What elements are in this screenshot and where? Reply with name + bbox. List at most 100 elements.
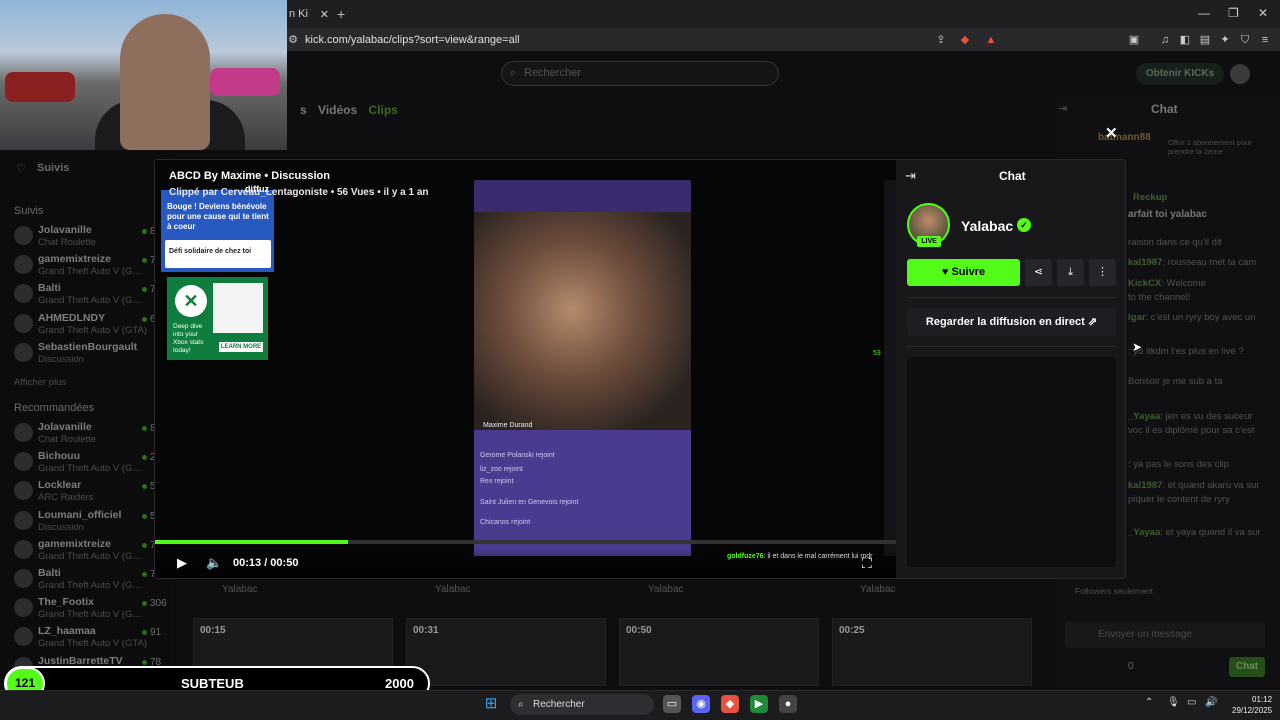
chat-username[interactable]: KickCX	[1128, 278, 1161, 289]
kick-app-icon[interactable]: ▶	[750, 695, 768, 713]
sidebar-icon[interactable]: ◧	[1178, 33, 1192, 47]
chat-text: : rousseau met ta cam	[1162, 257, 1257, 268]
ai-icon[interactable]: ✦	[1218, 33, 1232, 47]
chat-username[interactable]: _Yayaa	[1128, 527, 1160, 538]
clip-thumbnail[interactable]: 00:25	[832, 618, 1032, 686]
windows-start-icon[interactable]: ⊞	[482, 695, 500, 713]
gift-offer[interactable]: Offrir 1 abonnement pour prendre la 2ème	[1168, 138, 1258, 156]
new-tab-button[interactable]: +	[337, 6, 345, 22]
chat-text: : Welcome	[1161, 278, 1206, 289]
chat-username[interactable]: kal1987	[1128, 480, 1162, 491]
user-avatar[interactable]	[1230, 64, 1250, 84]
channel-name[interactable]: Yalabac	[961, 218, 1013, 234]
ad-banner-diffuz: diffuz Bouge ! Deviens bénévole pour une…	[161, 184, 274, 272]
webcam-car	[5, 72, 75, 102]
chat-message: to the channel!	[1128, 292, 1190, 303]
sidebar-channel[interactable]: The_Footix Grand Theft Auto V (G... 306	[14, 596, 174, 624]
volume-icon[interactable]: 🔈	[206, 555, 222, 571]
play-icon[interactable]: ▶	[177, 555, 187, 571]
chat-username[interactable]: igar	[1128, 312, 1145, 323]
sidebar-channel[interactable]: gamemixtreizeGrand Theft Auto V (G...71	[14, 253, 174, 281]
fullscreen-icon[interactable]: ⛶	[862, 555, 872, 572]
get-kicks-button[interactable]: Obtenir KICKs	[1136, 63, 1224, 85]
browser-tab[interactable]: n Ki ✕	[287, 4, 329, 24]
vpn-icon[interactable]: ⛉	[1238, 33, 1252, 47]
sidebar-channel[interactable]: Locklear ARC Raiders 5	[14, 479, 174, 507]
menu-icon[interactable]: ≡	[1258, 33, 1272, 47]
download-icon[interactable]: ⤓	[1057, 259, 1084, 286]
wallet-icon[interactable]: ▤	[1198, 33, 1212, 47]
tab-clips[interactable]: Clips	[369, 103, 398, 117]
sidebar-channel[interactable]: AHMEDLNDY Grand Theft Auto V (GTA) 6	[14, 312, 174, 340]
sidebar-channel[interactable]: LZ_haamaa Grand Theft Auto V (GTA) 91	[14, 625, 174, 653]
clip-meta: Clippé par Cerveau_Lentagoniste • 56 Vue…	[169, 187, 429, 198]
clip-chat-replay	[907, 357, 1116, 567]
clock[interactable]: 01:12 29/12/2025	[1232, 694, 1272, 716]
obs-icon[interactable]: ●	[779, 695, 797, 713]
search-icon: ⌕	[510, 67, 517, 79]
chat-message: KickCX: Welcome	[1128, 278, 1206, 289]
speaker-icon[interactable]: 🔊	[1205, 697, 1217, 708]
chat-username[interactable]: kal1987	[1128, 257, 1162, 268]
watch-live-button[interactable]: Regarder la diffusion en direct ⇗	[907, 308, 1116, 336]
tab-videos[interactable]: Vidéos	[318, 103, 357, 117]
sidebar-channel[interactable]: SebastienBourgault Discussion	[14, 341, 174, 369]
tab-close-icon[interactable]: ✕	[320, 8, 329, 21]
clip-label[interactable]: Yalabac	[222, 584, 257, 595]
close-modal-button[interactable]: ✕	[1105, 124, 1118, 142]
clip-label[interactable]: Yalabac	[860, 584, 895, 595]
channel-avatar	[14, 423, 33, 442]
show-more-link[interactable]: Afficher plus	[14, 377, 66, 388]
webcam-person	[120, 14, 210, 150]
tray-chevron-icon[interactable]: ⌃	[1145, 697, 1153, 708]
brave-icon[interactable]: ◆	[721, 695, 739, 713]
brave-shield-icon[interactable]: ◆	[958, 33, 972, 47]
channel-category: Chat Roulette	[38, 434, 97, 445]
close-window-button[interactable]: ✕	[1258, 6, 1268, 20]
more-options-icon[interactable]: ⋮	[1089, 259, 1116, 286]
discord-icon[interactable]: ◉	[692, 695, 710, 713]
phone-stream-video	[474, 212, 691, 430]
network-icon[interactable]: ▭	[1187, 697, 1196, 708]
chat-send-button[interactable]: Chat	[1229, 657, 1265, 677]
chat-collapse-icon[interactable]: ⇥	[1058, 102, 1067, 115]
chat-message: : ya pas le sons des clip	[1128, 459, 1229, 470]
following-title[interactable]: Suivis	[37, 162, 69, 174]
reader-icon[interactable]: ▣	[1127, 33, 1141, 47]
site-search-input[interactable]: ⌕ Rechercher	[501, 61, 779, 86]
share-icon[interactable]: ⋖	[1025, 259, 1052, 286]
sidebar-channel[interactable]: gamemixtreizeGrand Theft Auto V (G...71	[14, 538, 174, 566]
tab-partial[interactable]: s	[300, 103, 307, 117]
clip-label[interactable]: Yalabac	[435, 584, 470, 595]
taskbar-search[interactable]: ⌕ Rechercher	[510, 694, 654, 715]
clip-label[interactable]: Yalabac	[648, 584, 683, 595]
sidebar-channel[interactable]: JolavanilleChat Roulette8,7	[14, 421, 174, 449]
url-text[interactable]: kick.com/yalabac/clips?sort=view&range=a…	[305, 34, 520, 46]
channel-name: AHMEDLNDY	[38, 311, 106, 324]
clip-thumbnail[interactable]: 00:31	[406, 618, 606, 686]
sidebar-channel[interactable]: BaltiGrand Theft Auto V (G...70	[14, 567, 174, 595]
follow-button[interactable]: ♥ Suivre	[907, 259, 1020, 286]
minimize-button[interactable]: —	[1198, 6, 1210, 20]
collapse-icon[interactable]: ⇥	[905, 168, 916, 184]
clip-duration: 00:15	[200, 625, 226, 636]
maximize-button[interactable]: ❐	[1228, 6, 1239, 20]
music-icon[interactable]: ♫	[1158, 33, 1172, 47]
share-icon[interactable]: ⇪	[934, 33, 948, 47]
microphone-icon[interactable]: 🎙	[1167, 697, 1180, 708]
chat-username[interactable]: _Yayaa	[1128, 411, 1160, 422]
progress-fill	[155, 540, 348, 544]
site-settings-icon[interactable]: ⚙	[286, 33, 300, 47]
sidebar-channel[interactable]: JolavanilleChat Roulette8,6	[14, 224, 174, 252]
chat-text: : yo itkdm t'es plus en live ?	[1128, 346, 1244, 357]
overlay-chat-message: : il et dans le mal carrément lui mdr	[763, 553, 873, 560]
channel-name: gamemixtreize	[38, 253, 111, 266]
file-explorer-icon[interactable]: ▭	[663, 695, 681, 713]
sidebar-channel[interactable]: Loumani_officiel Discussion 5	[14, 509, 174, 537]
sidebar-channel[interactable]: BaltiGrand Theft Auto V (G...70	[14, 282, 174, 310]
xbox-logo-icon: ✕	[175, 285, 207, 317]
sidebar-channel[interactable]: BichouuGrand Theft Auto V (G...2,2	[14, 450, 174, 478]
chat-text: voc il es diplômé pour sa c'est	[1128, 425, 1255, 436]
clip-thumbnail[interactable]: 00:50	[619, 618, 819, 686]
brave-rewards-icon[interactable]: ▲	[984, 33, 998, 47]
